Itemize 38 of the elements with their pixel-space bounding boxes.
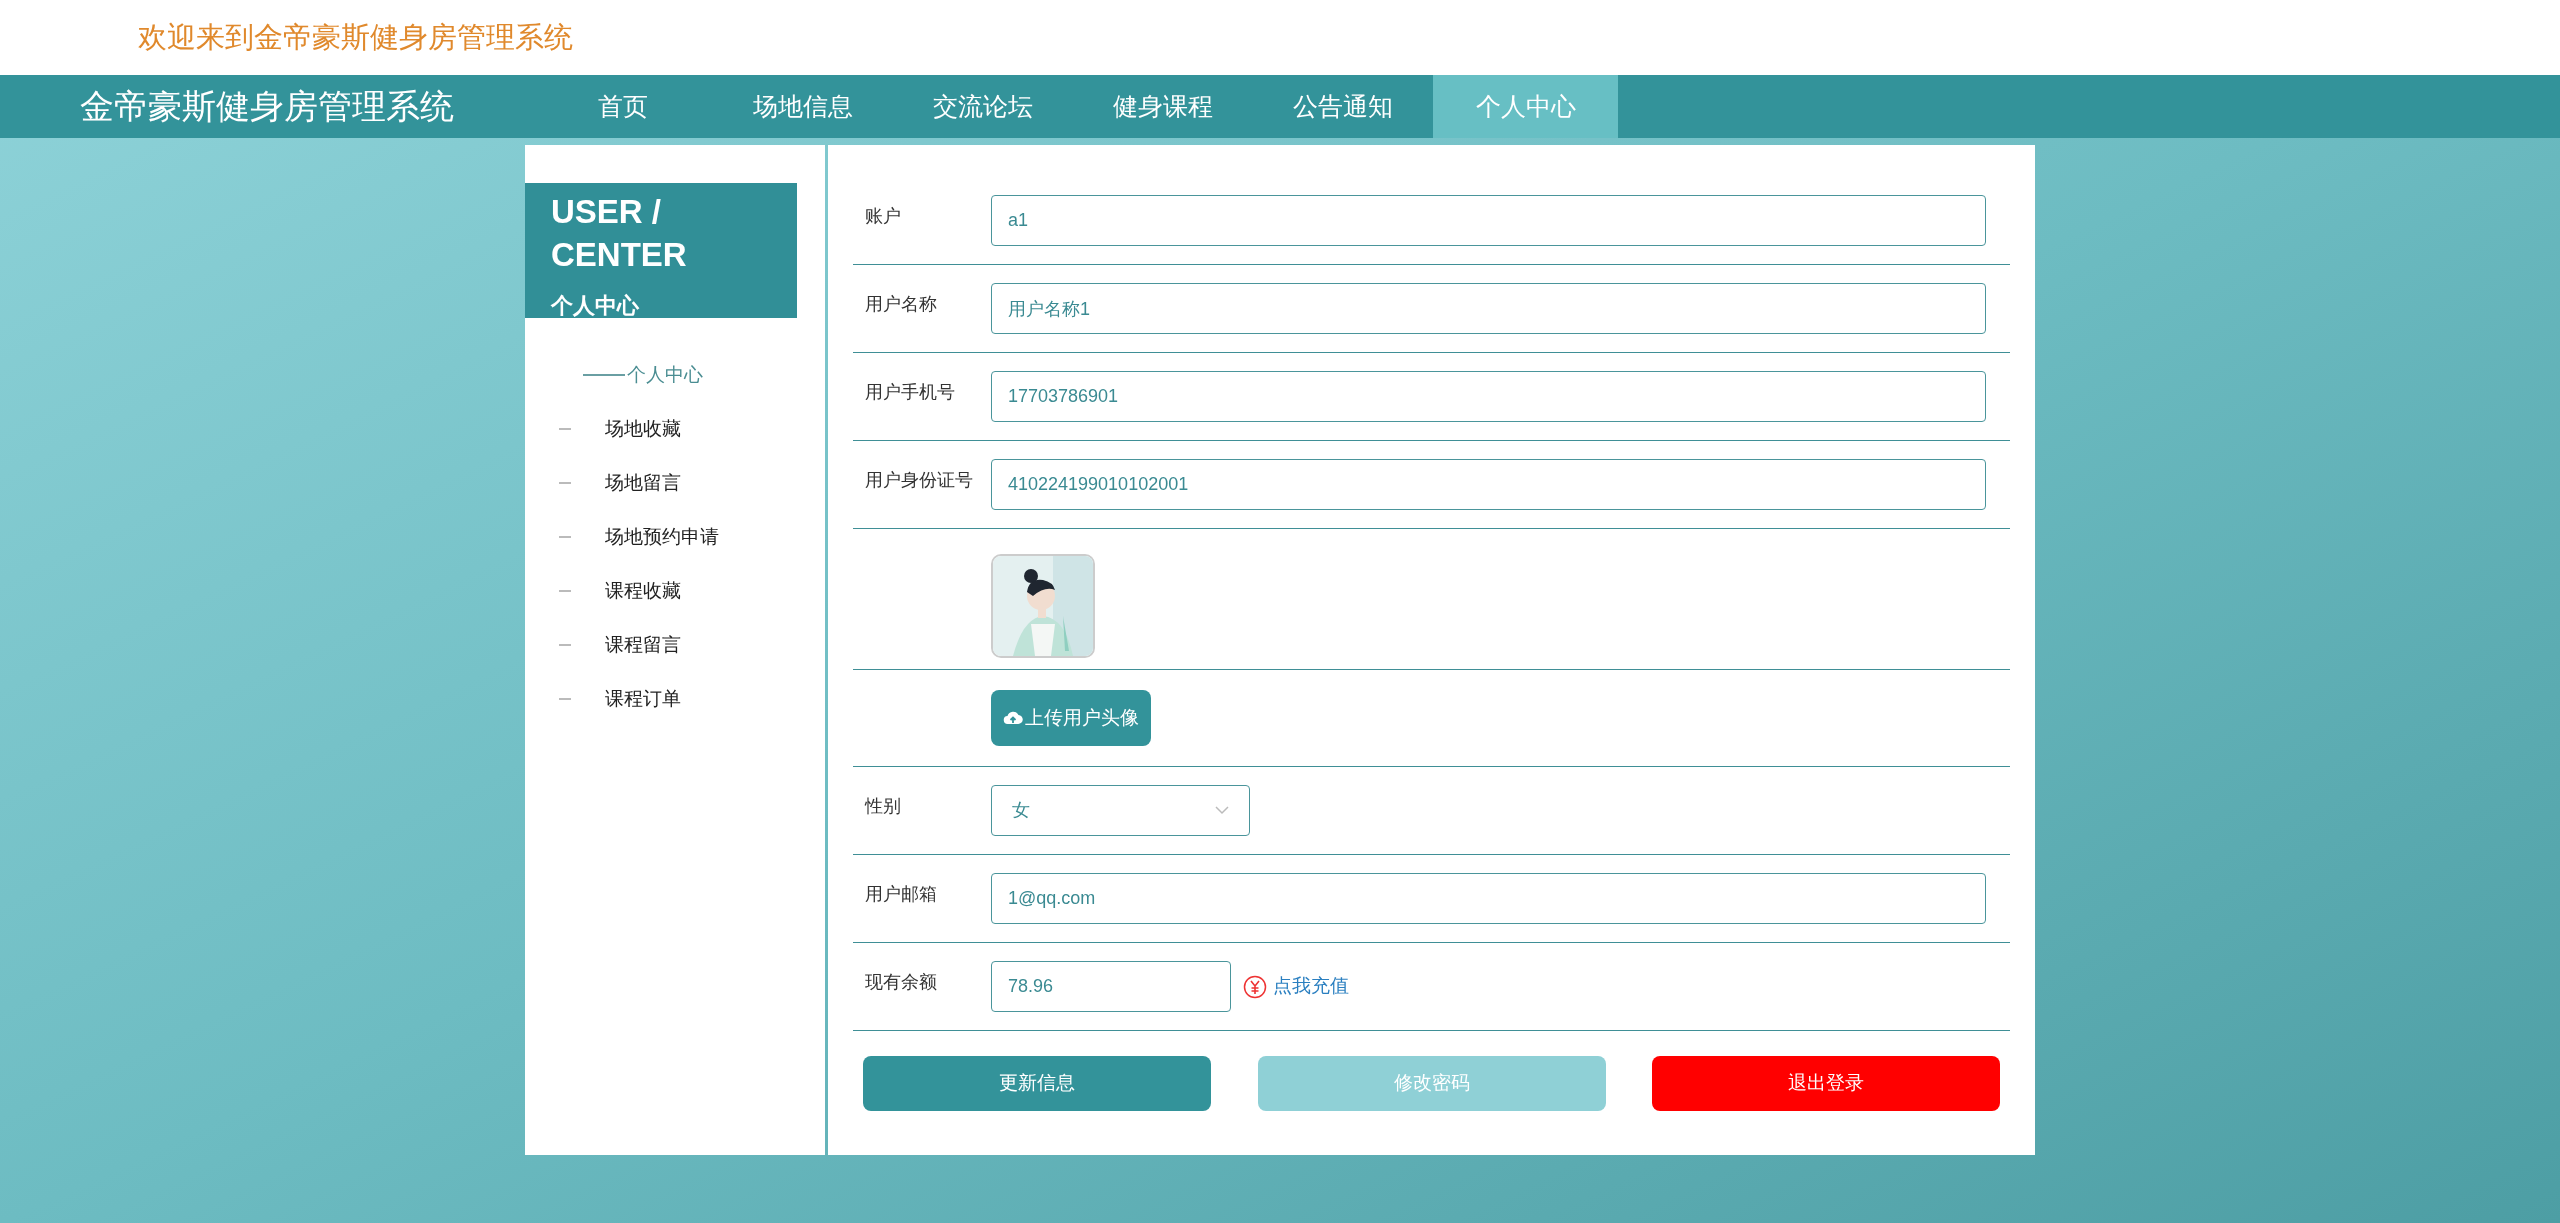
input-field[interactable]: 1@qq.com <box>991 873 1986 924</box>
sidebar-item[interactable]: 课程留言 <box>605 630 681 660</box>
field-label: 现有余额 <box>864 971 938 994</box>
field-label: 用户身份证号 <box>864 469 974 492</box>
upload-button[interactable]: 上传用户头像 <box>991 690 1151 746</box>
nav-link[interactable]: 场地信息 <box>713 75 893 138</box>
input-field[interactable]: 78.96 <box>991 961 1231 1012</box>
sidebar-title: USER / CENTER <box>551 192 688 275</box>
field-label: 账户 <box>864 205 902 228</box>
sidebar-item[interactable]: 课程收藏 <box>605 576 681 606</box>
select-field[interactable]: 女 <box>991 785 1250 836</box>
action-button[interactable]: 更新信息 <box>863 1056 1211 1111</box>
nav-link[interactable]: 健身课程 <box>1073 75 1253 138</box>
nav-link[interactable]: 首页 <box>533 75 713 138</box>
action-button[interactable]: 退出登录 <box>1652 1056 2000 1111</box>
nav-link[interactable]: 交流论坛 <box>893 75 1073 138</box>
field-label: 性别 <box>863 795 902 818</box>
input-field[interactable]: a1 <box>991 195 1986 246</box>
input-field[interactable]: 410224199010102001 <box>991 459 1986 510</box>
sidebar-item[interactable]: 个人中心 <box>627 360 703 390</box>
nav-link[interactable]: 个人中心 <box>1433 75 1618 138</box>
sidebar-subtitle: 个人中心 <box>551 291 640 320</box>
nav-link[interactable]: 公告通知 <box>1253 75 1433 138</box>
site-title: 金帝豪斯健身房管理系统 <box>80 86 455 127</box>
field-label: 用户名称 <box>864 293 938 316</box>
sidebar-item[interactable]: 场地留言 <box>605 468 681 498</box>
chevron-down-icon <box>1215 806 1229 815</box>
cloud-upload-icon <box>1003 710 1023 726</box>
welcome-text: 欢迎来到金帝豪斯健身房管理系统 <box>138 19 573 55</box>
sidebar-item[interactable]: 场地收藏 <box>605 414 681 444</box>
field-label: 用户邮箱 <box>864 883 938 906</box>
sidebar-item[interactable]: 课程订单 <box>605 684 681 714</box>
field-label: 用户手机号 <box>864 381 956 404</box>
recharge-link[interactable]: 点我充值 <box>1273 972 1349 1001</box>
input-field[interactable]: 17703786901 <box>991 371 1986 422</box>
input-field[interactable]: 用户名称1 <box>991 283 1986 334</box>
sidebar-item[interactable]: 场地预约申请 <box>605 522 719 552</box>
yuan-icon <box>1243 974 1267 999</box>
